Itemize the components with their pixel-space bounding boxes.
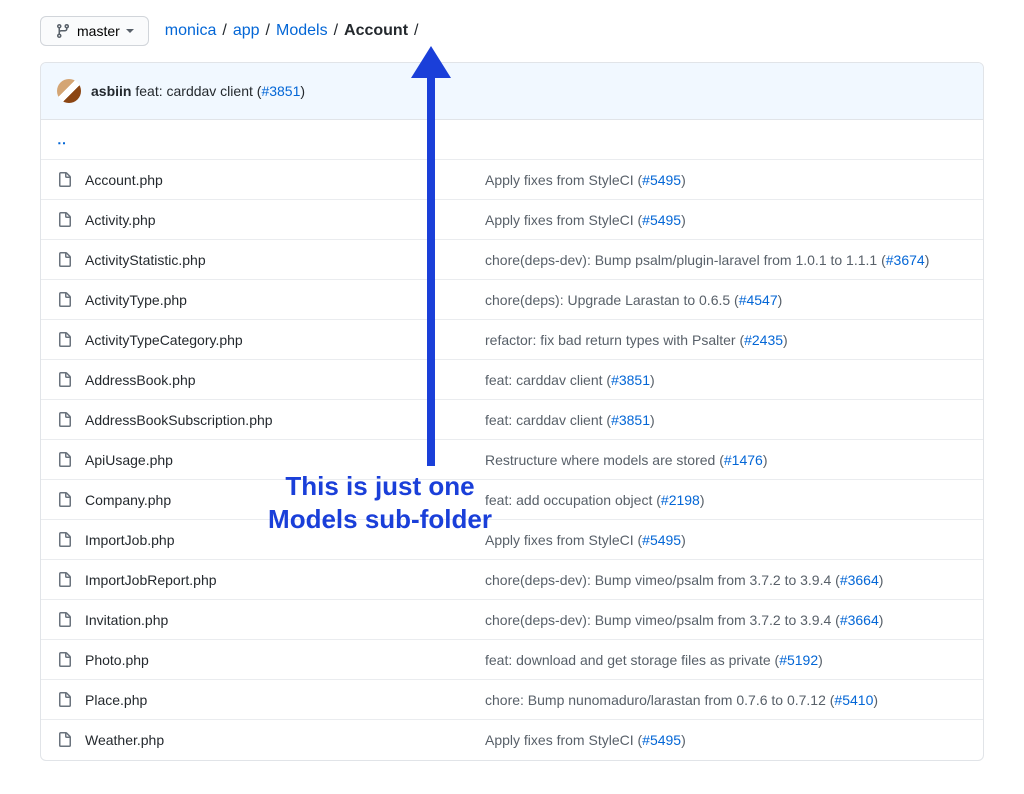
commit-message-cell[interactable]: refactor: fix bad return types with Psal… — [485, 332, 967, 348]
updir-link[interactable]: ‥ — [57, 131, 68, 148]
updir-row[interactable]: ‥ — [41, 120, 983, 160]
file-icon — [57, 492, 73, 508]
issue-link[interactable]: #2435 — [744, 332, 783, 348]
branch-select-button[interactable]: master — [40, 16, 149, 46]
commit-message-cell[interactable]: chore(deps-dev): Bump psalm/plugin-larav… — [485, 252, 967, 268]
commit-message-cell[interactable]: chore(deps-dev): Bump vimeo/psalm from 3… — [485, 572, 967, 588]
caret-down-icon — [126, 29, 134, 33]
commit-message-cell[interactable]: Apply fixes from StyleCI (#5495) — [485, 732, 967, 748]
file-name-link[interactable]: Photo.php — [85, 652, 149, 668]
file-icon — [57, 372, 73, 388]
commit-message-cell[interactable]: chore(deps): Upgrade Larastan to 0.6.5 (… — [485, 292, 967, 308]
table-row: Activity.php Apply fixes from StyleCI (#5… — [41, 200, 983, 240]
commit-message-cell[interactable]: Apply fixes from StyleCI (#5495) — [485, 532, 967, 548]
issue-link[interactable]: #2198 — [661, 492, 700, 508]
issue-link[interactable]: #1476 — [724, 452, 763, 468]
commit-message-cell[interactable]: feat: add occupation object (#2198) — [485, 492, 967, 508]
file-icon — [57, 412, 73, 428]
file-icon — [57, 652, 73, 668]
issue-link[interactable]: #5495 — [642, 212, 681, 228]
table-row: AddressBook.php feat: carddav client (#38… — [41, 360, 983, 400]
file-icon — [57, 692, 73, 708]
commit-message-cell[interactable]: feat: carddav client (#3851) — [485, 372, 967, 388]
branch-label: master — [77, 23, 120, 39]
commit-message-cell[interactable]: chore(deps-dev): Bump vimeo/psalm from 3… — [485, 612, 967, 628]
issue-link[interactable]: #3664 — [840, 572, 879, 588]
file-name-link[interactable]: Company.php — [85, 492, 171, 508]
table-row: Company.php feat: add occupation object (… — [41, 480, 983, 520]
table-row: Invitation.php chore(deps-dev): Bump vime… — [41, 600, 983, 640]
file-name-link[interactable]: ActivityStatistic.php — [85, 252, 206, 268]
table-row: Photo.php feat: download and get storage … — [41, 640, 983, 680]
file-icon — [57, 252, 73, 268]
breadcrumb-separator: / — [334, 22, 338, 40]
file-name-link[interactable]: ImportJobReport.php — [85, 572, 217, 588]
commit-message-cell[interactable]: feat: download and get storage files as … — [485, 652, 967, 668]
file-name-link[interactable]: Invitation.php — [85, 612, 168, 628]
file-name-link[interactable]: ApiUsage.php — [85, 452, 173, 468]
file-name-link[interactable]: AddressBookSubscription.php — [85, 412, 273, 428]
file-name-link[interactable]: Place.php — [85, 692, 147, 708]
commit-message[interactable]: feat: carddav client (#3851) — [135, 83, 305, 99]
avatar[interactable] — [57, 79, 81, 103]
file-name-link[interactable]: AddressBook.php — [85, 372, 196, 388]
issue-link[interactable]: #3664 — [840, 612, 879, 628]
file-icon — [57, 732, 73, 748]
file-icon — [57, 212, 73, 228]
breadcrumb-separator: / — [222, 22, 226, 40]
commit-message-cell[interactable]: Restructure where models are stored (#14… — [485, 452, 967, 468]
table-row: ImportJob.php Apply fixes from StyleCI (#… — [41, 520, 983, 560]
git-branch-icon — [55, 23, 71, 39]
commit-message-cell[interactable]: Apply fixes from StyleCI (#5495) — [485, 212, 967, 228]
issue-link[interactable]: #3851 — [611, 412, 650, 428]
issue-link[interactable]: #5495 — [642, 532, 681, 548]
latest-commit-bar: asbiin feat: carddav client (#3851) — [41, 63, 983, 120]
file-icon — [57, 572, 73, 588]
table-row: ActivityStatistic.php chore(deps-dev): Bu… — [41, 240, 983, 280]
file-icon — [57, 612, 73, 628]
table-row: ActivityType.php chore(deps): Upgrade Lar… — [41, 280, 983, 320]
issue-link[interactable]: #5495 — [642, 172, 681, 188]
issue-link[interactable]: #5495 — [642, 732, 681, 748]
table-row: ImportJobReport.php chore(deps-dev): Bump… — [41, 560, 983, 600]
commit-message-cell[interactable]: feat: carddav client (#3851) — [485, 412, 967, 428]
commit-issue-link[interactable]: #3851 — [261, 83, 300, 99]
file-icon — [57, 172, 73, 188]
breadcrumb-link[interactable]: app — [233, 22, 260, 40]
issue-link[interactable]: #3674 — [886, 252, 925, 268]
commit-message-cell[interactable]: Apply fixes from StyleCI (#5495) — [485, 172, 967, 188]
file-name-link[interactable]: ImportJob.php — [85, 532, 175, 548]
file-icon — [57, 332, 73, 348]
issue-link[interactable]: #5410 — [834, 692, 873, 708]
commit-author[interactable]: asbiin — [91, 83, 131, 99]
file-name-link[interactable]: Account.php — [85, 172, 163, 188]
file-list-box: asbiin feat: carddav client (#3851) ‥ Ac… — [40, 62, 984, 761]
issue-link[interactable]: #5192 — [779, 652, 818, 668]
table-row: Weather.php Apply fixes from StyleCI (#54… — [41, 720, 983, 760]
file-icon — [57, 532, 73, 548]
table-row: AddressBookSubscription.php feat: carddav… — [41, 400, 983, 440]
breadcrumb-link[interactable]: monica — [165, 22, 217, 40]
commit-message-cell[interactable]: chore: Bump nunomaduro/larastan from 0.7… — [485, 692, 967, 708]
issue-link[interactable]: #4547 — [739, 292, 778, 308]
breadcrumb: monica / app / Models / Account / — [165, 22, 419, 40]
breadcrumb-link[interactable]: Models — [276, 22, 328, 40]
file-name-link[interactable]: Weather.php — [85, 732, 164, 748]
breadcrumb-current: Account — [344, 22, 408, 40]
file-name-link[interactable]: ActivityType.php — [85, 292, 187, 308]
file-icon — [57, 292, 73, 308]
breadcrumb-separator: / — [414, 22, 418, 40]
table-row: Account.php Apply fixes from StyleCI (#54… — [41, 160, 983, 200]
table-row: ApiUsage.php Restructure where models are… — [41, 440, 983, 480]
file-name-link[interactable]: ActivityTypeCategory.php — [85, 332, 243, 348]
breadcrumb-separator: / — [266, 22, 270, 40]
table-row: Place.php chore: Bump nunomaduro/larastan… — [41, 680, 983, 720]
issue-link[interactable]: #3851 — [611, 372, 650, 388]
file-name-link[interactable]: Activity.php — [85, 212, 156, 228]
header: master monica / app / Models / Account / — [40, 16, 984, 46]
table-row: ActivityTypeCategory.php refactor: fix ba… — [41, 320, 983, 360]
file-icon — [57, 452, 73, 468]
